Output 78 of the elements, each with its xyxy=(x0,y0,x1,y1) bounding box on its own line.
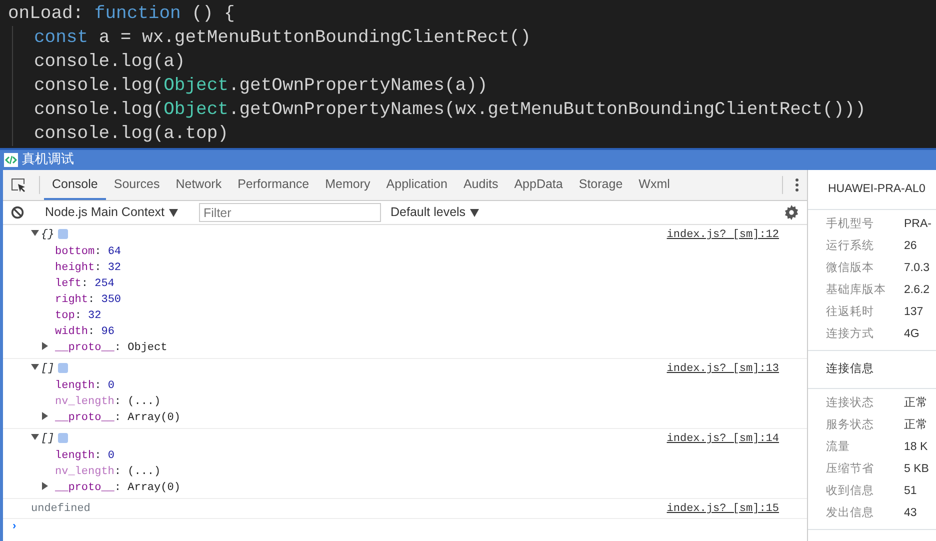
info-value: 2.6.2 xyxy=(904,283,930,298)
info-label: 微信版本 xyxy=(826,260,875,276)
info-value: PRA- xyxy=(904,217,932,232)
info-label: 连接状态 xyxy=(826,396,875,412)
more-icon[interactable] xyxy=(795,178,799,192)
code-line: console.log(a.top) xyxy=(34,124,228,144)
code-line: console.log(Object.getOwnPropertyNames(a)) xyxy=(34,76,488,96)
info-label: 手机型号 xyxy=(826,216,875,232)
source-link[interactable]: index.js? [sm]:13 xyxy=(666,361,779,377)
tab[interactable]: Storage xyxy=(570,170,631,200)
info-value: 18 K xyxy=(904,440,928,456)
filter-field[interactable]: Filter xyxy=(198,203,381,222)
inspect-icon[interactable] xyxy=(11,178,27,192)
info-value: 26 xyxy=(904,239,917,254)
section-title: 连接信息 xyxy=(808,351,936,389)
tab[interactable]: Memory xyxy=(317,170,378,200)
object-summary: [] xyxy=(41,433,54,445)
tab[interactable]: Network xyxy=(168,170,230,200)
code-line: const a = wx.getMenuButtonBoundingClientRect() xyxy=(34,28,531,48)
property-line: nv_length: (...) xyxy=(55,396,161,408)
tab[interactable]: Audits xyxy=(455,170,506,200)
info-label: 运行系统 xyxy=(826,238,875,254)
info-value: 5 KB xyxy=(904,462,929,478)
code-line: console.log(Object.getOwnPropertyNames(wx.getMenuButtonBoundingClientRect())) xyxy=(34,100,866,120)
info-icon xyxy=(58,363,68,374)
property-line: __proto__: Object xyxy=(55,342,168,354)
property-line: length: 0 xyxy=(55,450,114,462)
info-value: 正常 xyxy=(904,418,928,434)
settings-icon[interactable] xyxy=(784,205,799,220)
property-line: right: 350 xyxy=(55,294,122,306)
property-line: nv_length: (...) xyxy=(55,466,161,478)
code-line: onLoad: function () { xyxy=(8,4,235,24)
info-value: 4G xyxy=(904,327,920,342)
code-icon xyxy=(4,153,18,167)
code-line: console.log(a) xyxy=(34,52,186,72)
source-link[interactable]: index.js? [sm]:15 xyxy=(666,501,779,517)
info-label: 往返耗时 xyxy=(826,304,875,320)
info-label: 发出信息 xyxy=(826,506,875,522)
info-value: 7.0.3 xyxy=(904,261,930,276)
info-label: 流量 xyxy=(826,439,851,456)
context-selector[interactable]: Node.js Main Context xyxy=(45,203,178,222)
property-line: left: 254 xyxy=(55,278,114,290)
info-icon xyxy=(58,229,68,240)
tab[interactable]: Console xyxy=(44,170,106,200)
property-line: __proto__: Array(0) xyxy=(55,482,180,494)
info-value: 正常 xyxy=(904,396,928,412)
source-link[interactable]: index.js? [sm]:12 xyxy=(666,227,779,243)
info-icon xyxy=(58,433,68,444)
object-summary: {} xyxy=(41,229,54,241)
property-line: length: 0 xyxy=(55,380,114,392)
tab[interactable]: Performance xyxy=(230,170,318,200)
property-line: height: 32 xyxy=(55,262,122,274)
info-label: 连接方式 xyxy=(826,326,875,342)
object-summary: [] xyxy=(41,363,54,375)
window-title: 真机调试 xyxy=(22,151,74,170)
info-label: 服务状态 xyxy=(826,418,875,434)
device-name: HUAWEI-PRA-AL0 xyxy=(808,170,936,210)
clear-icon[interactable] xyxy=(11,206,24,219)
info-label: 基础库版本 xyxy=(826,282,887,298)
tab[interactable]: AppData xyxy=(506,170,571,200)
dropdown-icon xyxy=(470,208,479,216)
tab[interactable]: Wxml xyxy=(630,170,678,200)
console-prompt[interactable]: › xyxy=(11,521,18,533)
info-value: 137 xyxy=(904,305,924,320)
tab[interactable]: Sources xyxy=(106,170,168,200)
dropdown-icon xyxy=(168,208,178,216)
info-label: 压缩节省 xyxy=(826,462,875,478)
property-line: bottom: 64 xyxy=(55,246,122,258)
console-output: undefined xyxy=(31,503,90,515)
tab[interactable]: Application xyxy=(378,170,456,200)
info-value: 51 xyxy=(904,484,917,500)
info-label: 收到信息 xyxy=(826,484,875,500)
property-line: top: 32 xyxy=(55,310,102,322)
levels-selector[interactable]: Default levels xyxy=(390,203,479,222)
info-value: 43 xyxy=(904,506,917,522)
property-line: width: 96 xyxy=(55,326,114,338)
property-line: __proto__: Array(0) xyxy=(55,412,180,424)
source-link[interactable]: index.js? [sm]:14 xyxy=(666,431,779,447)
